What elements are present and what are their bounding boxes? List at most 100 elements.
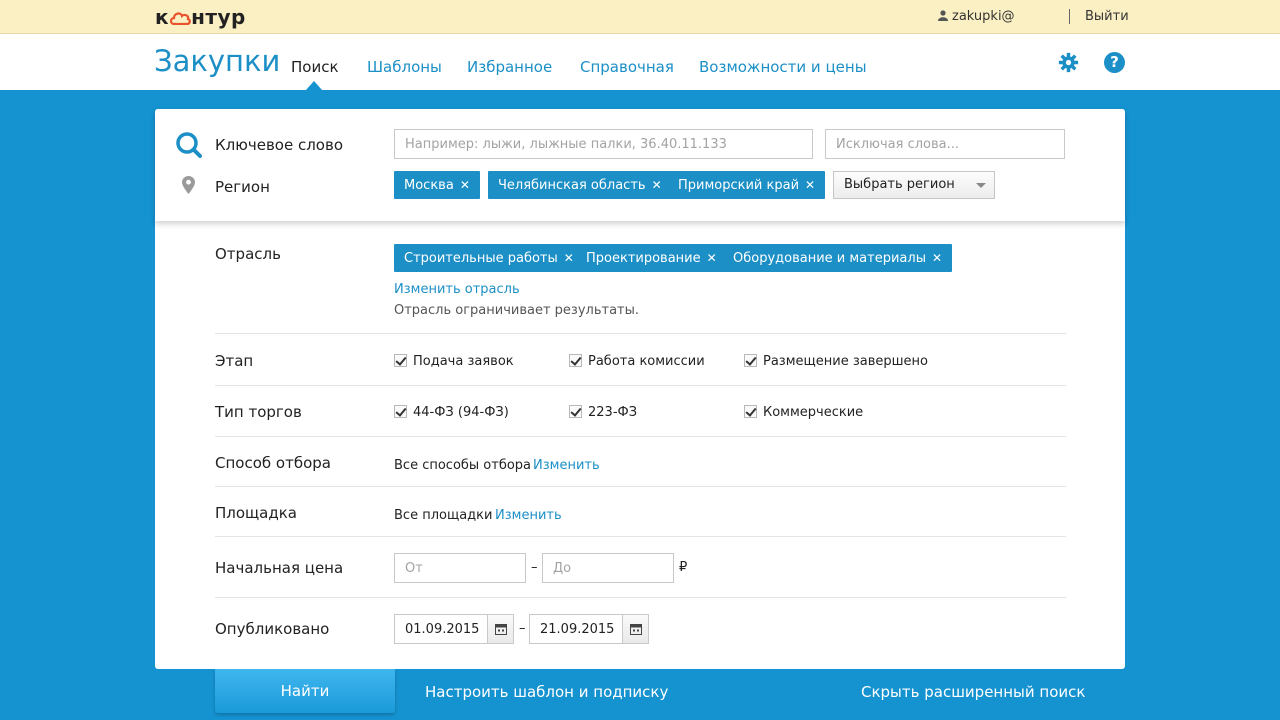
region-select[interactable]: Выбрать регион [833,171,995,199]
user-icon [938,10,948,21]
divider [215,597,1066,598]
top-bar: к нтур zakupki@ Выйти [0,0,1280,34]
tab-search[interactable]: Поиск [291,58,339,76]
date-from-picker[interactable]: 01.09.2015 [394,614,514,644]
trade-checkbox-commercial[interactable]: Коммерческие [744,403,863,420]
tab-reference[interactable]: Справочная [580,58,674,76]
checkbox[interactable] [394,405,407,418]
checkbox[interactable] [744,405,757,418]
currency-symbol: ₽ [679,560,688,575]
date-to-picker[interactable]: 21.09.2015 [529,614,649,644]
price-to-input[interactable] [542,553,674,583]
change-method-link[interactable]: Изменить [533,458,600,473]
chip-label: Строительные работы [404,251,558,266]
divider [215,385,1066,386]
industry-chip-construction[interactable]: Строительные работы ✕ [394,244,584,272]
tab-features-prices[interactable]: Возможности и цены [699,58,867,76]
divider [215,436,1066,437]
calendar-button[interactable] [487,615,513,643]
date-dash: – [519,621,526,636]
price-label: Начальная цена [215,559,344,577]
checkbox-label: Работа комиссии [588,354,705,369]
keyword-label: Ключевое слово [215,136,343,154]
location-pin-icon [182,176,195,194]
industry-label: Отрасль [215,245,281,263]
chip-label: Москва [404,178,454,193]
checkbox-label: Коммерческие [763,405,864,420]
price-dash: – [531,560,538,575]
calendar-icon [495,624,507,635]
date-from-value: 01.09.2015 [405,622,480,637]
close-icon[interactable]: ✕ [707,251,717,265]
gear-icon[interactable] [1058,52,1079,73]
trade-type-label: Тип торгов [215,403,302,421]
method-label: Способ отбора [215,454,331,472]
close-icon[interactable]: ✕ [932,251,942,265]
region-chip-chelyabinsk[interactable]: Челябинская область ✕ [488,171,672,199]
region-chip-moscow[interactable]: Москва ✕ [394,171,480,199]
hide-advanced-search-link[interactable]: Скрыть расширенный поиск [861,683,1085,701]
date-to-value: 21.09.2015 [540,622,615,637]
top-separator [1069,9,1070,24]
user-email: zakupki@ [952,9,1015,24]
close-icon[interactable]: ✕ [460,178,470,192]
calendar-icon [630,624,642,635]
industry-chip-equipment[interactable]: Оборудование и материалы ✕ [723,244,953,272]
chip-label: Оборудование и материалы [733,251,926,266]
chevron-down-icon [976,183,986,188]
platform-value: Все площадки [394,508,493,523]
close-icon[interactable]: ✕ [652,178,662,192]
logout-link[interactable]: Выйти [1085,9,1129,24]
cloud-icon [169,12,191,26]
divider [215,486,1066,487]
help-icon[interactable]: ? [1104,52,1125,73]
trade-checkbox-44fz[interactable]: 44-ФЗ (94-ФЗ) [394,403,509,420]
kontur-logo[interactable]: к нтур [155,5,246,29]
find-button[interactable]: Найти [215,669,395,713]
checkbox-label: 44-ФЗ (94-ФЗ) [413,405,509,420]
page-brand[interactable]: Закупки [154,44,280,78]
checkbox-label: Подача заявок [413,354,514,369]
divider [215,536,1066,537]
industry-note: Отрасль ограничивает результаты. [394,303,640,318]
checkbox-label: 223-ФЗ [588,405,638,420]
stage-checkbox-commission[interactable]: Работа комиссии [569,352,705,369]
chip-label: Челябинская область [498,178,646,193]
stage-checkbox-submission[interactable]: Подача заявок [394,352,514,369]
published-label: Опубликовано [215,620,330,638]
close-icon[interactable]: ✕ [564,251,574,265]
close-icon[interactable]: ✕ [805,178,815,192]
industry-chip-design[interactable]: Проектирование ✕ [576,244,727,272]
region-chip-primorsky[interactable]: Приморский край ✕ [668,171,826,199]
configure-template-link[interactable]: Настроить шаблон и подписку [425,683,668,701]
method-value: Все способы отбора [394,458,532,473]
exclude-words-input[interactable] [825,129,1065,159]
chip-label: Проектирование [586,251,701,266]
stage-checkbox-completed[interactable]: Размещение завершено [744,352,928,369]
checkbox[interactable] [569,405,582,418]
keyword-input[interactable] [394,129,813,159]
main-search-section: Ключевое слово Регион Москва ✕ Челябинска… [155,109,1125,221]
region-select-label: Выбрать регион [844,177,955,192]
price-from-input[interactable] [394,553,526,583]
platform-label: Площадка [215,504,297,522]
calendar-button[interactable] [622,615,648,643]
checkbox[interactable] [744,354,757,367]
change-industry-link[interactable]: Изменить отрасль [394,282,520,297]
logo-letter: к [155,5,170,29]
header: Закупки Поиск Шаблоны Избранное Справочн… [0,34,1280,90]
checkbox[interactable] [569,354,582,367]
checkbox-label: Размещение завершено [763,354,928,369]
stage-label: Этап [215,352,254,370]
user-account[interactable]: zakupki@ [938,9,1015,24]
trade-checkbox-223fz[interactable]: 223-ФЗ [569,403,637,420]
checkbox[interactable] [394,354,407,367]
search-icon [176,132,202,158]
tab-templates[interactable]: Шаблоны [367,58,442,76]
region-label: Регион [215,178,270,196]
search-panel: Ключевое слово Регион Москва ✕ Челябинска… [155,109,1125,669]
tab-favorites[interactable]: Избранное [467,58,552,76]
change-platform-link[interactable]: Изменить [495,508,562,523]
logo-letters: нтур [191,5,246,29]
active-tab-indicator [306,81,322,90]
